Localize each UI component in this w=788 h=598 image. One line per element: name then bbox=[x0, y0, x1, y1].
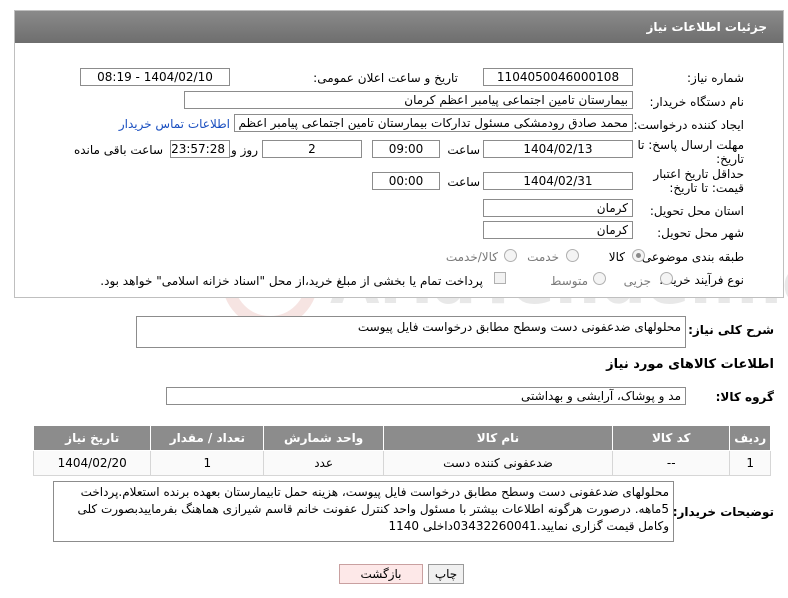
category-option-service: خدمت bbox=[527, 250, 559, 264]
process-radio-medium[interactable] bbox=[593, 272, 606, 285]
process-radio-minor[interactable] bbox=[660, 272, 673, 285]
category-option-goods-service: کالا/خدمت bbox=[445, 250, 498, 264]
process-option-medium: متوسط bbox=[550, 274, 588, 288]
province-field: کرمان bbox=[483, 199, 633, 217]
col-qty: تعداد / مقدار bbox=[150, 425, 265, 451]
category-radio-goods-service[interactable] bbox=[504, 249, 517, 262]
need-number-field: 1104050046000108 bbox=[483, 68, 633, 86]
province-label: استان محل تحویل: bbox=[649, 204, 744, 218]
buyer-notes-field[interactable]: محلولهای ضدعفونی دست وسطح مطابق درخواست … bbox=[53, 481, 674, 542]
col-index: ردیف bbox=[729, 425, 771, 451]
process-option-minor: جزیی bbox=[623, 274, 651, 288]
validity-label: حداقل تاریخ اعتبار قیمت: تا تاریخ: bbox=[653, 167, 744, 195]
deadline-date-field: 1404/02/13 bbox=[483, 140, 633, 158]
category-option-goods: کالا bbox=[608, 250, 625, 264]
category-radio-service[interactable] bbox=[566, 249, 579, 262]
deadline-time-field: 09:00 bbox=[372, 140, 440, 158]
need-number-label: شماره نیاز: bbox=[687, 71, 744, 85]
category-radio-goods[interactable] bbox=[632, 249, 645, 262]
treasury-note: پرداخت تمام یا بخشی از مبلغ خرید،از محل … bbox=[100, 274, 483, 288]
back-button[interactable]: بازگشت bbox=[339, 564, 423, 584]
treasury-checkbox[interactable] bbox=[494, 272, 506, 284]
announce-field: 1404/02/10 - 08:19 bbox=[80, 68, 230, 86]
panel-header: جزئیات اطلاعات نیاز bbox=[15, 11, 783, 43]
cell-index: 1 bbox=[729, 450, 771, 476]
city-field: کرمان bbox=[483, 221, 633, 239]
col-code: کد کالا bbox=[612, 425, 731, 451]
cell-date: 1404/02/20 bbox=[32, 450, 152, 476]
goods-group-field: مد و پوشاک، آرایشی و بهداشتی bbox=[166, 387, 686, 405]
city-label: شهر محل تحویل: bbox=[657, 226, 744, 240]
cell-name: ضدعفونی کننده دست bbox=[382, 450, 614, 476]
deadline-label: مهلت ارسال پاسخ: تا تاریخ: bbox=[637, 138, 744, 166]
remaining-time-field: 23:57:28 bbox=[170, 140, 230, 158]
remaining-label: ساعت باقی مانده bbox=[73, 143, 163, 157]
days-label: روز و bbox=[231, 143, 258, 157]
col-name: نام کالا bbox=[382, 425, 614, 451]
validity-time-field: 00:00 bbox=[372, 172, 440, 190]
category-label: طبقه بندی موضوعی: bbox=[637, 250, 744, 264]
goods-group-label: گروه کالا: bbox=[715, 390, 774, 404]
deadline-time-label: ساعت bbox=[447, 143, 480, 157]
panel-title: جزئیات اطلاعات نیاز bbox=[646, 20, 767, 34]
buyer-notes-label: توضیحات خریدار: bbox=[672, 505, 774, 519]
print-button[interactable]: چاپ bbox=[428, 564, 464, 584]
cell-unit: عدد bbox=[263, 450, 384, 476]
days-field: 2 bbox=[262, 140, 362, 158]
validity-time-label: ساعت bbox=[447, 175, 480, 189]
buyer-org-field: بیمارستان تامین اجتماعی پیامبر اعظم کرما… bbox=[184, 91, 633, 109]
buyer-contact-link[interactable]: اطلاعات تماس خریدار bbox=[119, 117, 230, 131]
buyer-org-label: نام دستگاه خریدار: bbox=[649, 95, 745, 109]
description-field[interactable]: محلولهای ضدعفونی دست وسطح مطابق درخواست … bbox=[136, 316, 686, 348]
validity-date-field: 1404/02/31 bbox=[483, 172, 633, 190]
cell-qty: 1 bbox=[150, 450, 265, 476]
creator-label: ایجاد کننده درخواست: bbox=[633, 118, 744, 132]
col-date: تاریخ نیاز bbox=[32, 425, 152, 451]
goods-table-header: ردیف کد کالا نام کالا واحد شمارش تعداد /… bbox=[32, 425, 771, 451]
creator-field: محمد صادق رودمشکی مسئول تدارکات بیمارستا… bbox=[234, 114, 633, 132]
description-label: شرح کلی نیاز: bbox=[688, 323, 774, 337]
table-row: 1 -- ضدعفونی کننده دست عدد 1 1404/02/20 bbox=[32, 450, 771, 476]
goods-table: ردیف کد کالا نام کالا واحد شمارش تعداد /… bbox=[32, 425, 771, 476]
announce-label: تاریخ و ساعت اعلان عمومی: bbox=[313, 71, 458, 85]
goods-section-title: اطلاعات کالاهای مورد نیاز bbox=[606, 357, 774, 372]
col-unit: واحد شمارش bbox=[263, 425, 384, 451]
cell-code: -- bbox=[612, 450, 731, 476]
